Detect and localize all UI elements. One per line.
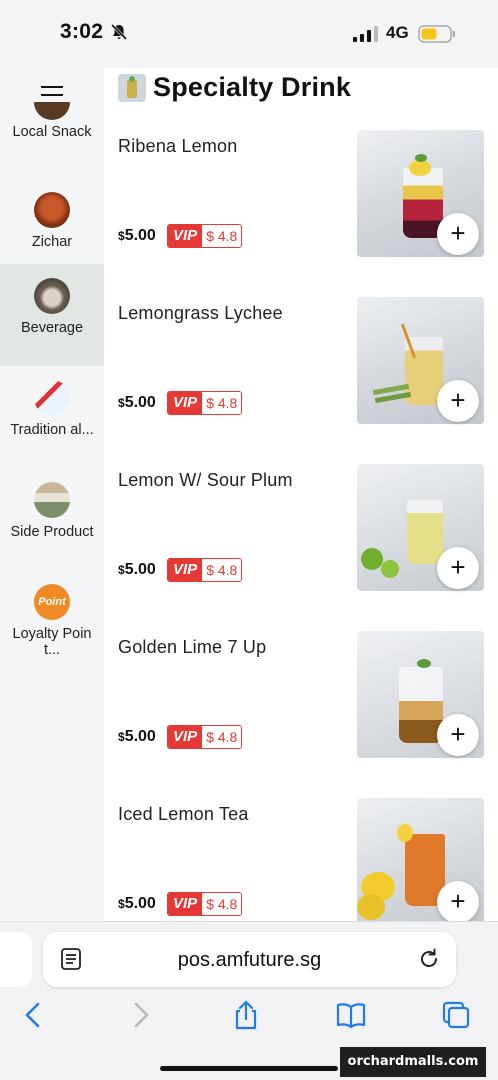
vip-tag: VIP <box>168 225 203 247</box>
item-name: Iced Lemon Tea <box>118 804 249 824</box>
previous-tab-stub[interactable] <box>0 932 32 987</box>
sidebar-item-zichar[interactable]: Zichar <box>0 192 104 264</box>
address-bar[interactable]: pos.amfuture.sg <box>43 932 456 987</box>
watermark: orchardmalls.com <box>340 1047 486 1077</box>
signal-icon <box>353 26 378 42</box>
vip-price-badge: VIP $ 4.8 <box>167 391 243 415</box>
add-to-cart-button[interactable]: + <box>437 213 479 255</box>
add-to-cart-button[interactable]: + <box>437 547 479 589</box>
bookmarks-icon[interactable] <box>336 1000 366 1030</box>
menu-item[interactable]: Ribena Lemon $5.00 VIP $ 4.8 + <box>104 130 498 297</box>
sidebar-item-label: Tradition al... <box>10 422 94 438</box>
menu-item[interactable]: Golden Lime 7 Up $5.00 VIP $ 4.8 + <box>104 631 498 798</box>
bell-muted-icon <box>110 23 128 41</box>
vip-price: $ 4.8 <box>202 225 242 247</box>
vip-price-badge: VIP $ 4.8 <box>167 725 243 749</box>
share-icon[interactable] <box>231 1000 261 1030</box>
status-bar: 3:02 4G <box>0 0 498 68</box>
vip-price-badge: VIP $ 4.8 <box>167 892 243 916</box>
url-text: pos.amfuture.sg <box>177 949 322 971</box>
reload-icon[interactable] <box>417 947 441 971</box>
item-name: Lemongrass Lychee <box>118 303 283 323</box>
sidebar-item-traditional[interactable]: Tradition al... <box>0 380 104 460</box>
sidebar-item-label: Local Snack <box>12 124 92 140</box>
vip-price-badge: VIP $ 4.8 <box>167 224 243 248</box>
vip-price: $ 4.8 <box>202 893 242 915</box>
menu-item[interactable]: Iced Lemon Tea $5.00 VIP $ 4.8 + <box>104 798 498 921</box>
vip-price-badge: VIP $ 4.8 <box>167 558 243 582</box>
sidebar-item-label: Loyalty Point... <box>12 626 92 658</box>
section-title: Specialty Drink <box>153 72 352 102</box>
item-price: $5.00 <box>118 895 156 912</box>
vip-price: $ 4.8 <box>202 392 242 414</box>
item-name: Ribena Lemon <box>118 136 238 156</box>
sidebar-item-label: Side Product <box>10 524 94 540</box>
category-sidebar: Local Snack Zichar Beverage Tradition al… <box>0 68 104 921</box>
add-to-cart-button[interactable]: + <box>437 714 479 756</box>
browser-toolbar: pos.amfuture.sg orchardmalls.com <box>0 921 498 1080</box>
zichar-thumb <box>34 192 70 228</box>
beverage-thumb <box>34 278 70 314</box>
item-price: $5.00 <box>118 728 156 745</box>
loyalty-point-logo: Point <box>34 584 70 620</box>
item-price: $5.00 <box>118 561 156 578</box>
item-name: Lemon W/ Sour Plum <box>118 470 293 490</box>
vip-tag: VIP <box>168 392 203 414</box>
menu-item[interactable]: Lemongrass Lychee $5.00 VIP $ 4.8 + <box>104 297 498 464</box>
tabs-icon[interactable] <box>441 1000 471 1030</box>
sidebar-item-label: Zichar <box>31 234 73 250</box>
sidebar-item-local-snack[interactable]: Local Snack <box>0 102 104 170</box>
side-product-thumb <box>34 482 70 518</box>
sidebar-item-loyalty-point[interactable]: Point Loyalty Point... <box>0 584 104 660</box>
vip-tag: VIP <box>168 559 203 581</box>
battery-icon <box>418 25 455 43</box>
menu-content: Specialty Drink Ribena Lemon $5.00 VIP $… <box>104 68 498 921</box>
vip-price: $ 4.8 <box>202 726 242 748</box>
sidebar-item-label: Beverage <box>20 320 84 336</box>
add-to-cart-button[interactable]: + <box>437 380 479 422</box>
item-name: Golden Lime 7 Up <box>118 637 267 657</box>
sidebar-item-side-product[interactable]: Side Product <box>0 482 104 558</box>
local-snack-thumb <box>34 102 70 120</box>
item-price: $5.00 <box>118 227 156 244</box>
item-price: $5.00 <box>118 394 156 411</box>
sidebar-item-beverage[interactable]: Beverage <box>0 264 104 366</box>
home-indicator <box>160 1066 338 1071</box>
vip-tag: VIP <box>168 893 203 915</box>
status-time: 3:02 <box>60 20 104 43</box>
vip-price: $ 4.8 <box>202 559 242 581</box>
loyalty-logo-text: Point <box>38 596 66 608</box>
vip-tag: VIP <box>168 726 203 748</box>
back-icon[interactable] <box>18 1000 48 1030</box>
traditional-thumb <box>34 380 70 416</box>
network-type: 4G <box>386 23 409 42</box>
add-to-cart-button[interactable]: + <box>437 881 479 921</box>
menu-item[interactable]: Lemon W/ Sour Plum $5.00 VIP $ 4.8 + <box>104 464 498 631</box>
section-header: Specialty Drink <box>118 72 351 103</box>
specialty-drink-icon <box>118 73 146 102</box>
forward-icon[interactable] <box>126 1000 156 1030</box>
